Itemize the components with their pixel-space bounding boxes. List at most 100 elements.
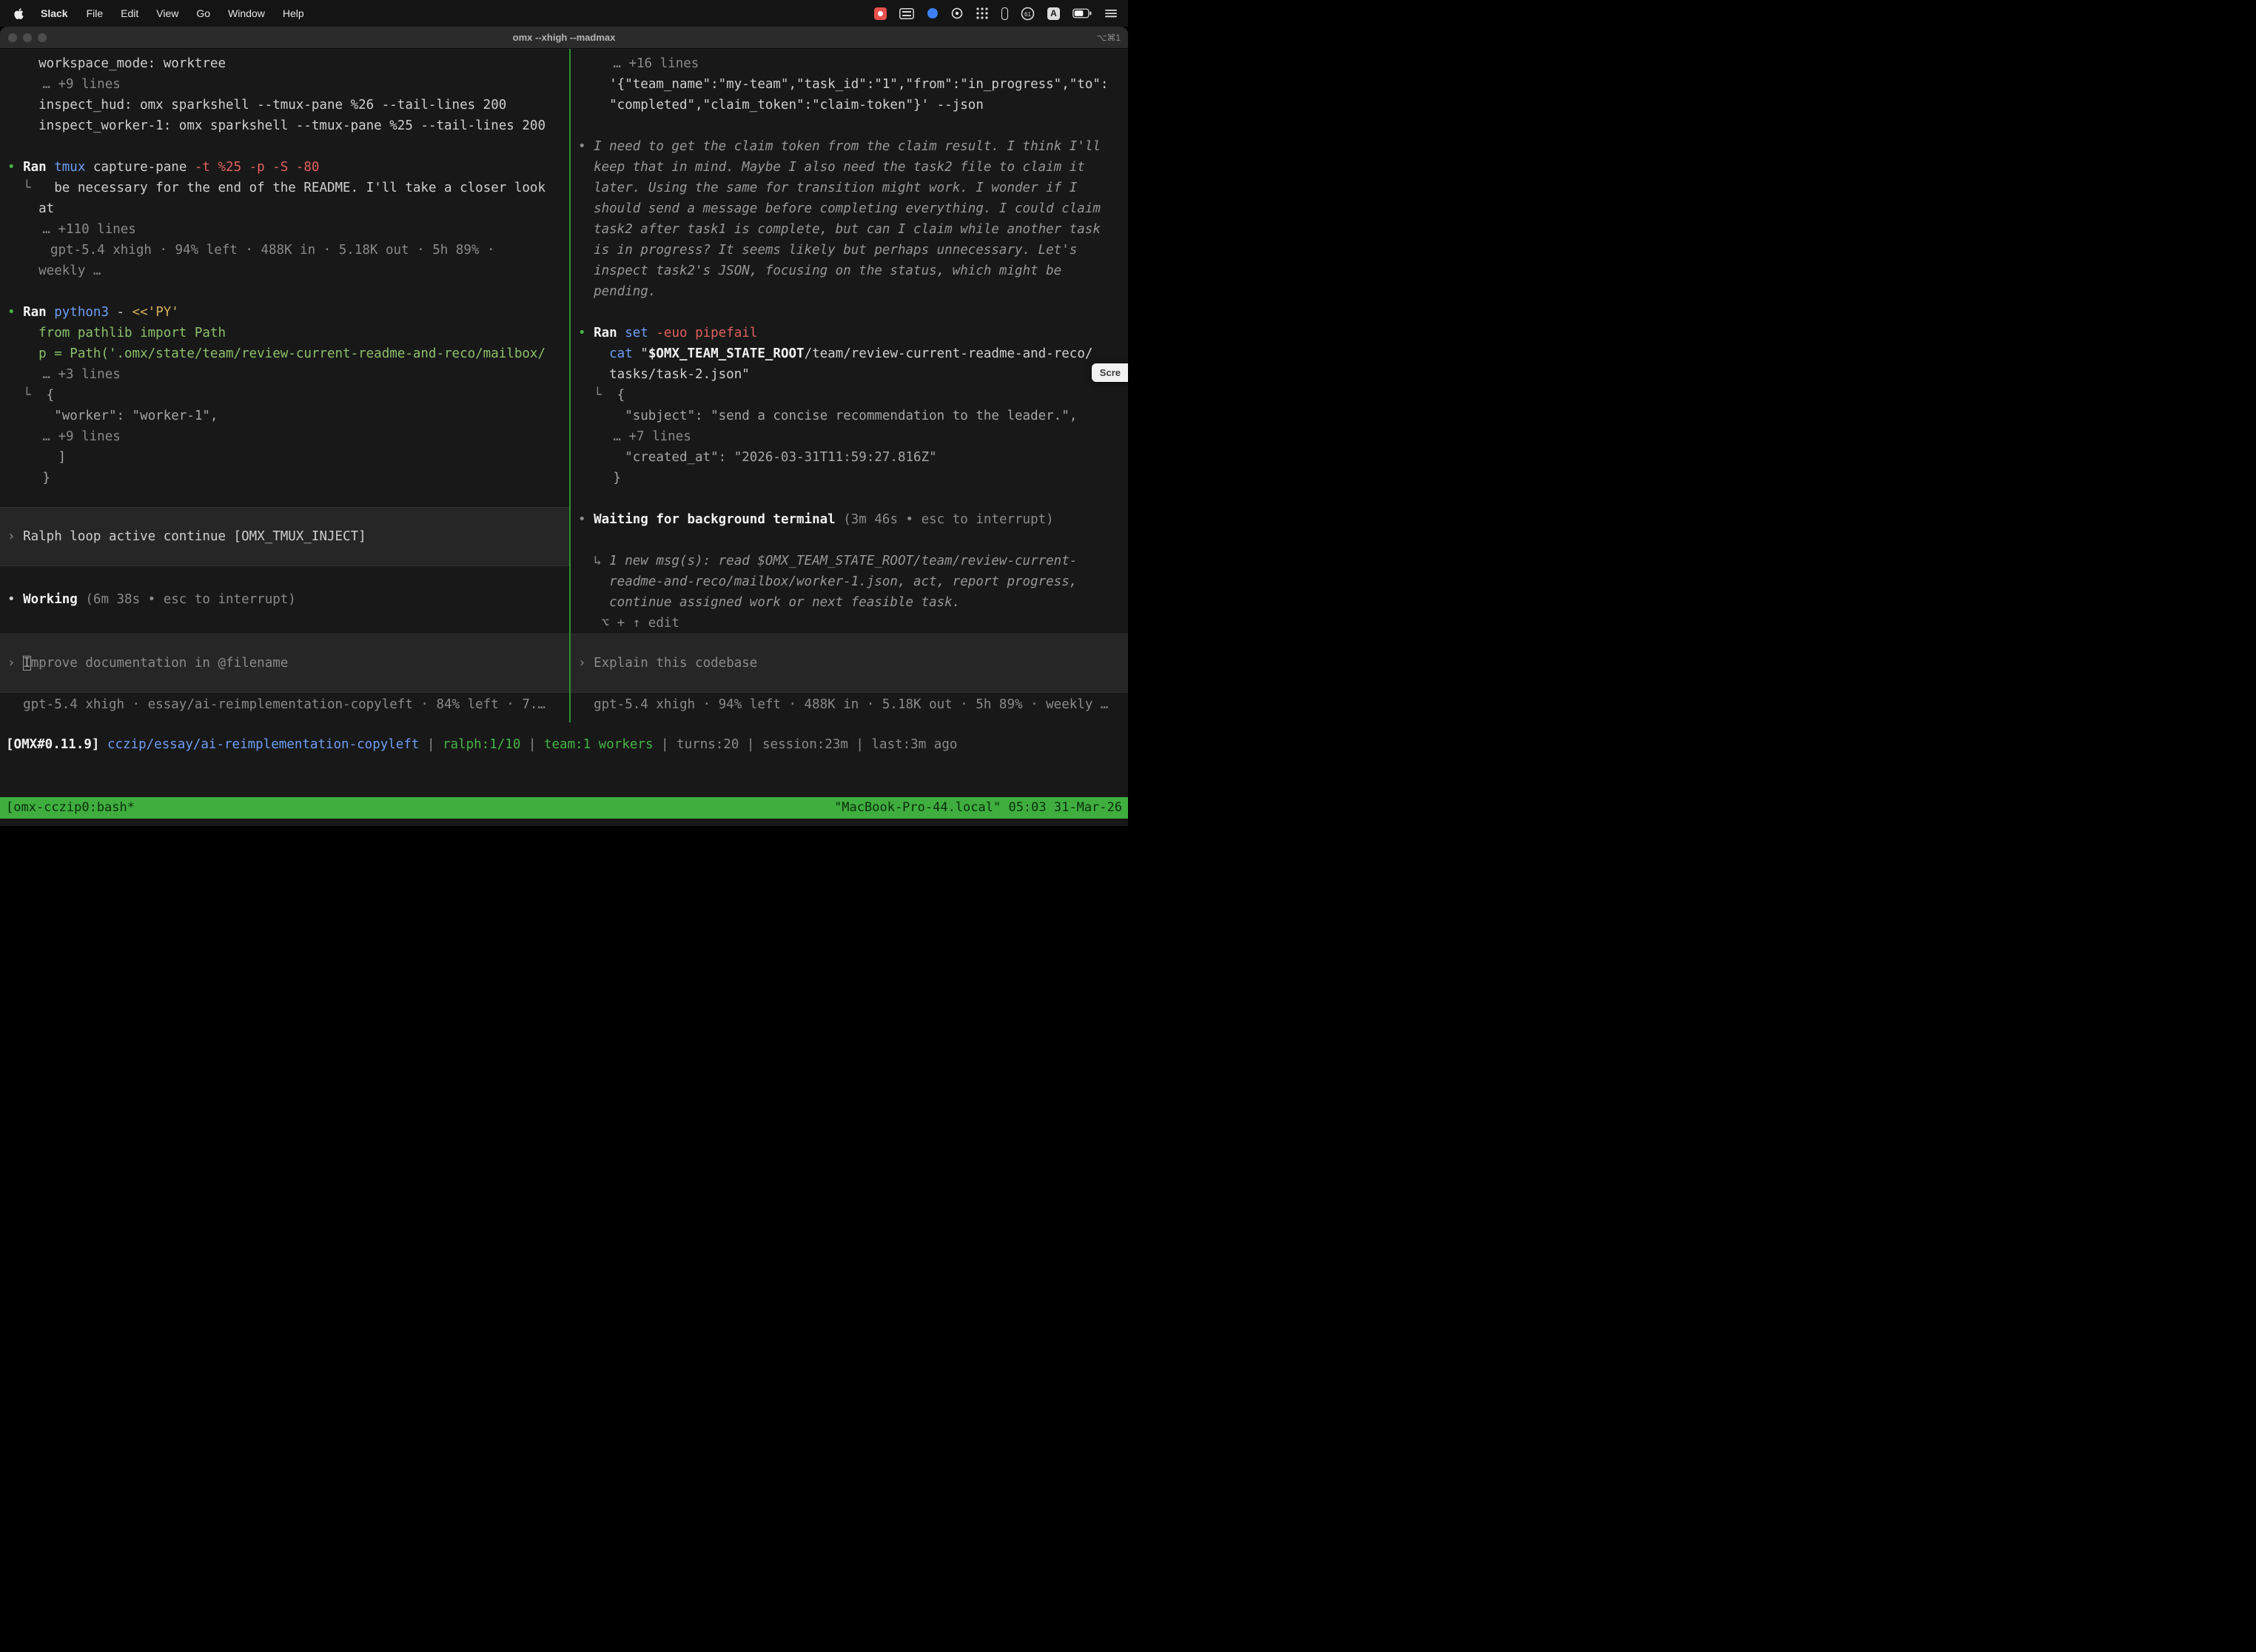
right-pane[interactable]: … +16 lines '{"team_name":"my-team","task… xyxy=(571,49,1128,722)
terminal-line: › Improve documentation in @filename xyxy=(7,653,562,674)
text-segment: readme-and-reco/mailbox/worker-1.json, a… xyxy=(609,574,1077,589)
terminal-line: gpt-5.4 xhigh · essay/ai-reimplementatio… xyxy=(7,694,562,715)
keyboard-icon[interactable] xyxy=(899,8,914,19)
terminal-spacer xyxy=(0,755,1128,797)
input-source-icon[interactable]: A xyxy=(1047,7,1060,20)
terminal-line: "completed","claim_token":"claim-token"}… xyxy=(578,95,1121,115)
left-pane[interactable]: workspace_mode: worktree … +9 lines inspec… xyxy=(0,49,569,722)
terminal-line: ⌥ + ↑ edit xyxy=(578,613,1121,634)
text-segment: Ran xyxy=(23,305,54,320)
terminal-line: inspect_hud: omx sparkshell --tmux-pane … xyxy=(7,95,562,115)
text-segment: - xyxy=(117,305,132,320)
text-segment: gpt-5.4 xhigh · 94% left · 488K in · 5.1… xyxy=(594,697,1108,712)
record-disc-icon[interactable] xyxy=(951,7,963,19)
right-status-line: gpt-5.4 xhigh · 94% left · 488K in · 5.1… xyxy=(578,694,1121,715)
text-segment: • xyxy=(578,512,594,527)
text-segment: • xyxy=(578,326,594,340)
text-segment: "completed","claim_token":"claim-token"}… xyxy=(609,98,984,113)
text-segment: tasks/task-2.json" xyxy=(609,367,750,382)
terminal-line: } xyxy=(7,468,562,488)
text-segment: '{"team_name":"my-team","task_id":"1","f… xyxy=(609,77,1108,92)
menu-edit[interactable]: Edit xyxy=(112,7,147,19)
terminal-line: gpt-5.4 xhigh · 94% left · 488K in · 5.1… xyxy=(7,240,562,261)
terminal-line: › Ralph loop active continue [OMX_TMUX_I… xyxy=(7,526,562,547)
menu-go[interactable]: Go xyxy=(187,7,219,19)
window-title: omx --xhigh --madmax xyxy=(0,32,1128,43)
text-segment: ralph:1/10 xyxy=(443,737,520,752)
text-segment: } xyxy=(42,471,50,486)
terminal-line: • Ran set -euo pipefail xyxy=(578,323,1121,343)
terminal-line: is in progress? It seems likely but perh… xyxy=(578,240,1121,261)
text-segment: cat xyxy=(609,346,640,361)
apple-menu-icon[interactable] xyxy=(7,7,31,20)
battery-gauge-icon[interactable]: 61 xyxy=(1021,7,1035,21)
text-segment: $OMX_TEAM_STATE_ROOT xyxy=(648,346,805,361)
terminal-line: should send a message before completing … xyxy=(578,198,1121,219)
text-segment: ] xyxy=(58,450,66,465)
terminal-line xyxy=(578,115,1121,136)
apple-logo-icon xyxy=(13,7,24,20)
battery-icon[interactable] xyxy=(1072,8,1092,19)
terminal-line: • Waiting for background terminal (3m 46… xyxy=(578,509,1121,530)
text-segment: continue assigned work or next feasible … xyxy=(609,595,960,610)
text-segment: inspect_worker-1: omx sparkshell --tmux-… xyxy=(38,118,545,133)
menu-window[interactable]: Window xyxy=(219,7,274,19)
terminal-line xyxy=(578,530,1121,551)
minimize-button[interactable] xyxy=(23,33,32,42)
text-segment: set xyxy=(625,326,656,340)
text-segment: 1 new msg(s): read $OMX_TEAM_STATE_ROOT/… xyxy=(609,554,1077,568)
screenshot-preview-popup[interactable]: Scre xyxy=(1092,363,1128,382)
tmux-panes: workspace_mode: worktree … +9 lines inspec… xyxy=(0,49,1128,722)
terminal-line: '{"team_name":"my-team","task_id":"1","f… xyxy=(578,74,1121,95)
window-shortcut-hint: ⌥⌘1 xyxy=(1096,33,1121,43)
dots-grid-icon[interactable] xyxy=(976,7,989,20)
terminal-line: • Ran python3 - <<'PY' xyxy=(7,302,562,323)
text-segment: Ran xyxy=(594,326,625,340)
terminal-line: pending. xyxy=(578,281,1121,302)
text-segment: cczip/essay/ai-reimplementation-copyleft xyxy=(107,737,419,752)
terminal-window: omx --xhigh --madmax ⌥⌘1 workspace_mode:… xyxy=(0,27,1128,826)
tmux-session-info: [omx-cczip0:bash* xyxy=(6,797,135,819)
text-segment: Ran xyxy=(23,160,54,175)
text-segment: is in progress? It seems likely but perh… xyxy=(594,243,1077,258)
screen-recording-icon[interactable] xyxy=(874,7,887,20)
menu-help[interactable]: Help xyxy=(274,7,313,19)
terminal-line: } xyxy=(578,468,1121,488)
text-segment: } xyxy=(613,471,621,486)
text-segment: from pathlib import Path xyxy=(38,326,226,340)
close-button[interactable] xyxy=(8,33,17,42)
sidecar-icon[interactable] xyxy=(1001,7,1008,20)
colors-icon[interactable] xyxy=(927,7,939,19)
menu-lines-icon[interactable] xyxy=(1104,8,1118,19)
title-bar[interactable]: omx --xhigh --madmax ⌥⌘1 xyxy=(0,27,1128,49)
text-segment: -t %25 -p -S -80 xyxy=(195,160,320,175)
text-segment: Waiting for background terminal xyxy=(594,512,843,527)
text-segment: | xyxy=(520,737,544,752)
text-segment: workspace_mode: worktree xyxy=(38,56,226,71)
notice-band: › Ralph loop active continue [OMX_TMUX_I… xyxy=(0,507,569,566)
zoom-button[interactable] xyxy=(38,33,47,42)
terminal-line: weekly … xyxy=(7,261,562,281)
terminal-line: … +7 lines xyxy=(578,426,1121,447)
svg-text:61: 61 xyxy=(1024,10,1031,17)
text-segment: weekly … xyxy=(38,263,101,278)
terminal-line: at xyxy=(7,198,562,219)
terminal-line: p = Path('.omx/state/team/review-current… xyxy=(7,343,562,364)
terminal-line: … +16 lines xyxy=(578,53,1121,74)
menu-file[interactable]: File xyxy=(78,7,113,19)
text-segment: … +9 lines xyxy=(42,77,120,92)
text-segment: at xyxy=(38,201,54,216)
text-segment: task2 after task1 is complete, but can I… xyxy=(594,222,1101,237)
text-segment: mprove documentation in @filename xyxy=(31,656,289,671)
text-segment: -euo pipefail xyxy=(656,326,757,340)
app-menu-slack[interactable]: Slack xyxy=(31,7,78,19)
menu-view[interactable]: View xyxy=(147,7,187,19)
text-segment: be necessary for the end of the README. … xyxy=(54,181,545,195)
terminal-line: tasks/task-2.json" xyxy=(578,364,1121,385)
text-segment: … +3 lines xyxy=(42,367,120,382)
text-segment: ⌥ + ↑ edit xyxy=(602,616,679,631)
prompt-input-left[interactable]: › Improve documentation in @filename xyxy=(0,634,569,693)
text-segment: { xyxy=(47,388,55,403)
prompt-input-right[interactable]: › Explain this codebase xyxy=(571,634,1128,693)
text-segment: Ralph loop active continue [OMX_TMUX_INJ… xyxy=(23,529,366,544)
